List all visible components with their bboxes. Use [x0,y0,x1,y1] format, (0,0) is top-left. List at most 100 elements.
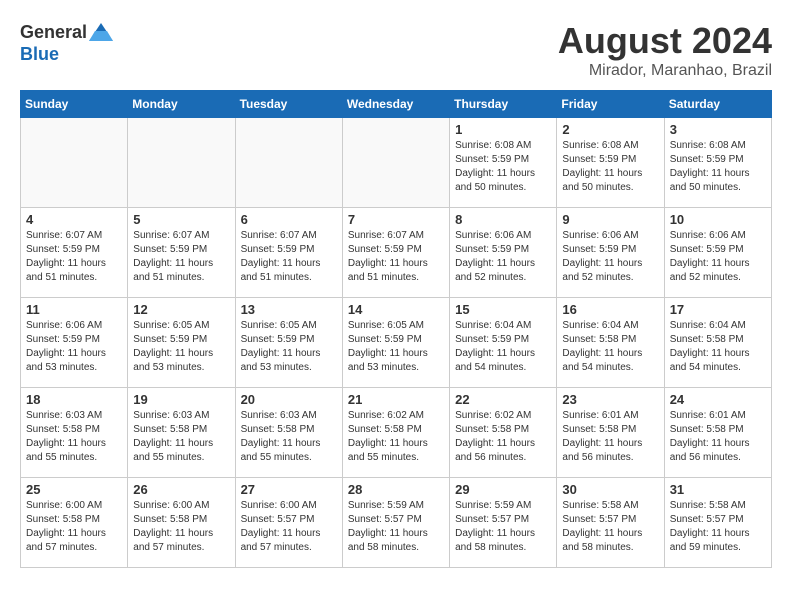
cell-day-number: 17 [670,302,766,317]
cell-day-number: 19 [133,392,229,407]
calendar-cell: 8Sunrise: 6:06 AMSunset: 5:59 PMDaylight… [450,208,557,298]
calendar-cell: 30Sunrise: 5:58 AMSunset: 5:57 PMDayligh… [557,478,664,568]
cell-info-text: Sunrise: 5:58 AMSunset: 5:57 PMDaylight:… [670,499,766,555]
calendar-cell: 4Sunrise: 6:07 AMSunset: 5:59 PMDaylight… [21,208,128,298]
cell-info-text: Sunrise: 6:03 AMSunset: 5:58 PMDaylight:… [133,409,229,465]
calendar-cell: 24 Sunrise: 6:01 AMSunset: 5:58 PMDayligh… [664,388,771,478]
calendar-cell: 9 Sunrise: 6:06 AMSunset: 5:59 PMDaylight… [557,208,664,298]
cell-info-text: Sunrise: 6:08 AMSunset: 5:59 PMDaylight:… [670,139,766,195]
cell-info-text: Sunrise: 6:05 AMSunset: 5:59 PMDaylight:… [133,319,229,375]
cell-day-number: 6 [241,212,337,227]
calendar-cell: 25Sunrise: 6:00 AMSunset: 5:58 PMDayligh… [21,478,128,568]
calendar-cell: 1 Sunrise: 6:08 AMSunset: 5:59 PMDaylight… [450,118,557,208]
title-block: August 2024 Mirador, Maranhao, Brazil [558,20,772,80]
calendar-cell: 6 Sunrise: 6:07 AMSunset: 5:59 PMDaylight… [235,208,342,298]
calendar-cell: 16 Sunrise: 6:04 AMSunset: 5:58 PMDayligh… [557,298,664,388]
cell-day-number: 31 [670,482,766,497]
calendar-table: SundayMondayTuesdayWednesdayThursdayFrid… [20,90,772,568]
cell-day-number: 15 [455,302,551,317]
cell-info-text: Sunrise: 6:01 AMSunset: 5:58 PMDaylight:… [670,409,766,465]
cell-info-text: Sunrise: 6:07 AMSunset: 5:59 PMDaylight:… [241,229,337,285]
cell-day-number: 11 [26,302,122,317]
cell-info-text: Sunrise: 6:07 AMSunset: 5:59 PMDaylight:… [133,229,229,285]
cell-day-number: 26 [133,482,229,497]
cell-day-number: 23 [562,392,658,407]
calendar-cell: 10Sunrise: 6:06 AMSunset: 5:59 PMDayligh… [664,208,771,298]
cell-day-number: 21 [348,392,444,407]
cell-day-number: 5 [133,212,229,227]
cell-day-number: 9 [562,212,658,227]
cell-info-text: Sunrise: 6:04 AMSunset: 5:58 PMDaylight:… [670,319,766,375]
logo-general-text: General [20,22,87,43]
calendar-cell [128,118,235,208]
calendar-week-row: 1 Sunrise: 6:08 AMSunset: 5:59 PMDaylight… [21,118,772,208]
calendar-week-row: 4Sunrise: 6:07 AMSunset: 5:59 PMDaylight… [21,208,772,298]
calendar-cell: 7 Sunrise: 6:07 AMSunset: 5:59 PMDaylight… [342,208,449,298]
cell-day-number: 2 [562,122,658,137]
cell-info-text: Sunrise: 6:04 AMSunset: 5:58 PMDaylight:… [562,319,658,375]
calendar-cell: 20Sunrise: 6:03 AMSunset: 5:58 PMDayligh… [235,388,342,478]
cell-day-number: 10 [670,212,766,227]
day-header-tuesday: Tuesday [235,91,342,118]
calendar-cell: 21Sunrise: 6:02 AMSunset: 5:58 PMDayligh… [342,388,449,478]
cell-info-text: Sunrise: 6:00 AMSunset: 5:58 PMDaylight:… [133,499,229,555]
calendar-cell: 17 Sunrise: 6:04 AMSunset: 5:58 PMDayligh… [664,298,771,388]
cell-day-number: 28 [348,482,444,497]
calendar-cell: 31 Sunrise: 5:58 AMSunset: 5:57 PMDayligh… [664,478,771,568]
cell-info-text: Sunrise: 6:08 AMSunset: 5:59 PMDaylight:… [562,139,658,195]
calendar-cell: 13Sunrise: 6:05 AMSunset: 5:59 PMDayligh… [235,298,342,388]
cell-day-number: 14 [348,302,444,317]
day-header-thursday: Thursday [450,91,557,118]
calendar-cell: 14Sunrise: 6:05 AMSunset: 5:59 PMDayligh… [342,298,449,388]
calendar-cell [342,118,449,208]
day-header-saturday: Saturday [664,91,771,118]
day-header-monday: Monday [128,91,235,118]
calendar-cell: 19 Sunrise: 6:03 AMSunset: 5:58 PMDayligh… [128,388,235,478]
calendar-cell: 27 Sunrise: 6:00 AMSunset: 5:57 PMDayligh… [235,478,342,568]
calendar-cell: 3 Sunrise: 6:08 AMSunset: 5:59 PMDaylight… [664,118,771,208]
cell-info-text: Sunrise: 6:08 AMSunset: 5:59 PMDaylight:… [455,139,551,195]
calendar-week-row: 25 Sunrise: 6:00 AMSunset: 5:58 PMDayligh… [21,478,772,568]
cell-day-number: 27 [241,482,337,497]
calendar-title: August 2024 [558,20,772,62]
calendar-cell: 2 Sunrise: 6:08 AMSunset: 5:59 PMDaylight… [557,118,664,208]
cell-info-text: Sunrise: 6:04 AMSunset: 5:59 PMDaylight:… [455,319,551,375]
calendar-cell: 22 Sunrise: 6:02 AMSunset: 5:58 PMDayligh… [450,388,557,478]
page-header: General Blue August 2024 Mirador, Maranh… [20,20,772,80]
cell-info-text: Sunrise: 6:06 AMSunset: 5:59 PMDaylight:… [562,229,658,285]
logo: General Blue [20,20,113,65]
calendar-subtitle: Mirador, Maranhao, Brazil [558,62,772,80]
logo-icon [89,20,113,44]
calendar-cell: 26 Sunrise: 6:00 AMSunset: 5:58 PMDayligh… [128,478,235,568]
cell-day-number: 25 [26,482,122,497]
calendar-cell: 18Sunrise: 6:03 AMSunset: 5:58 PMDayligh… [21,388,128,478]
days-header-row: SundayMondayTuesdayWednesdayThursdayFrid… [21,91,772,118]
cell-info-text: Sunrise: 6:06 AMSunset: 5:59 PMDaylight:… [455,229,551,285]
calendar-cell: 15 Sunrise: 6:04 AMSunset: 5:59 PMDayligh… [450,298,557,388]
cell-day-number: 1 [455,122,551,137]
calendar-cell: 23 Sunrise: 6:01 AMSunset: 5:58 PMDayligh… [557,388,664,478]
cell-info-text: Sunrise: 6:01 AMSunset: 5:58 PMDaylight:… [562,409,658,465]
cell-info-text: Sunrise: 6:02 AMSunset: 5:58 PMDaylight:… [455,409,551,465]
calendar-week-row: 18 Sunrise: 6:03 AMSunset: 5:58 PMDayligh… [21,388,772,478]
cell-day-number: 24 [670,392,766,407]
cell-day-number: 18 [26,392,122,407]
cell-info-text: Sunrise: 5:59 AMSunset: 5:57 PMDaylight:… [348,499,444,555]
cell-day-number: 29 [455,482,551,497]
day-header-sunday: Sunday [21,91,128,118]
cell-info-text: Sunrise: 6:07 AMSunset: 5:59 PMDaylight:… [348,229,444,285]
cell-day-number: 7 [348,212,444,227]
cell-day-number: 3 [670,122,766,137]
cell-day-number: 20 [241,392,337,407]
cell-day-number: 22 [455,392,551,407]
cell-day-number: 30 [562,482,658,497]
calendar-cell: 29Sunrise: 5:59 AMSunset: 5:57 PMDayligh… [450,478,557,568]
cell-info-text: Sunrise: 6:07 AMSunset: 5:59 PMDaylight:… [26,229,122,285]
day-header-wednesday: Wednesday [342,91,449,118]
calendar-cell: 5 Sunrise: 6:07 AMSunset: 5:59 PMDaylight… [128,208,235,298]
cell-info-text: Sunrise: 6:06 AMSunset: 5:59 PMDaylight:… [26,319,122,375]
cell-day-number: 16 [562,302,658,317]
calendar-cell [21,118,128,208]
cell-info-text: Sunrise: 6:00 AMSunset: 5:57 PMDaylight:… [241,499,337,555]
calendar-week-row: 11 Sunrise: 6:06 AMSunset: 5:59 PMDayligh… [21,298,772,388]
